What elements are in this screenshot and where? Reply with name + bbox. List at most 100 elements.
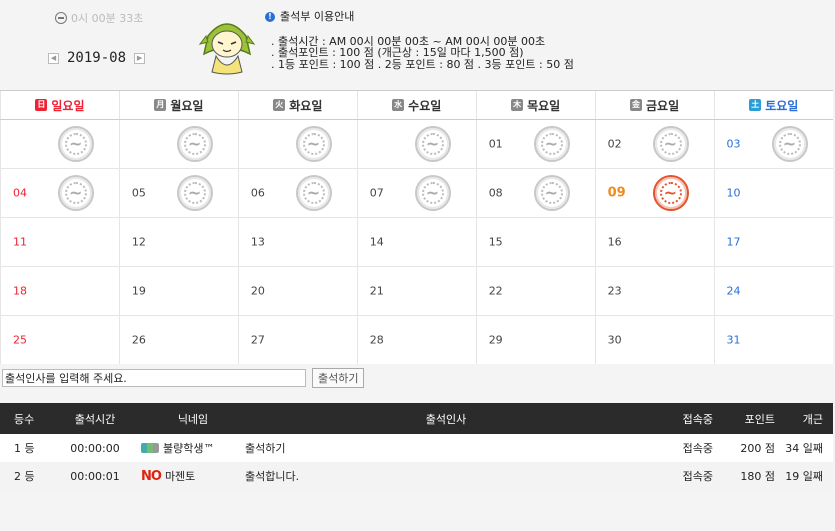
attendance-header-row: 등수 출석시간 닉네임 출석인사 접속중 포인트 개근 bbox=[0, 403, 833, 434]
calendar-day bbox=[356, 119, 477, 169]
col-greet: 출석인사 bbox=[245, 403, 647, 434]
attend-button[interactable]: 출석하기 bbox=[312, 368, 365, 388]
calendar-body: 01 02 03 04 05 06 07 08 09 10 11 12 13 14 15 16 17 18 19 20… bbox=[0, 119, 833, 364]
col-rank: 등수 bbox=[0, 403, 55, 434]
member-badge-icon: NO bbox=[141, 468, 162, 484]
calendar-day: 27 bbox=[237, 315, 358, 364]
day-number: 16 bbox=[607, 235, 622, 249]
calendar-day: 05 bbox=[118, 168, 239, 218]
row-streak: 34 일째 bbox=[775, 434, 833, 462]
day-number: 07 bbox=[369, 186, 384, 200]
calendar-day: 23 bbox=[594, 266, 715, 316]
calendar-day: 14 bbox=[356, 217, 477, 267]
row-status: 접속중 bbox=[647, 434, 713, 462]
calendar-day: 31 bbox=[713, 315, 833, 364]
usage-info: ! 출석부 이용안내 . 출석시간 : AM 00시 00분 00초 ~ AM … bbox=[265, 11, 574, 70]
weekday-box-icon: 火 bbox=[273, 99, 286, 112]
row-rank: 2 등 bbox=[0, 462, 55, 490]
calendar-day: 13 bbox=[237, 217, 358, 267]
calendar-day: 15 bbox=[475, 217, 596, 267]
day-number: 24 bbox=[726, 284, 741, 298]
day-number: 02 bbox=[607, 137, 622, 151]
day-number: 18 bbox=[13, 284, 27, 298]
day-number: 05 bbox=[131, 186, 146, 200]
weekday-header-row: 日 일요일 月 월요일 火 화요일 水 수요일 木 목요일 金 금요일 土 토요일 bbox=[0, 90, 833, 120]
day-number: 22 bbox=[488, 284, 503, 298]
calendar-day: 11 bbox=[0, 217, 120, 267]
attended-stamp-icon bbox=[652, 175, 689, 211]
calendar-day bbox=[237, 119, 358, 169]
weekday-header: 日 일요일 bbox=[0, 90, 120, 120]
day-number: 11 bbox=[13, 235, 27, 249]
day-number: 08 bbox=[488, 186, 503, 200]
info-line: . 출석포인트 : 100 점 (개근상 : 15일 마다 1,500 점) bbox=[271, 46, 524, 59]
calendar-day: 24 bbox=[713, 266, 833, 316]
col-nick: 닉네임 bbox=[135, 403, 245, 434]
calendar-day: 21 bbox=[356, 266, 477, 316]
weekday-label: 금요일 bbox=[646, 98, 680, 113]
calendar-day bbox=[0, 119, 120, 169]
weekday-header: 木 목요일 bbox=[475, 90, 596, 120]
day-number: 09 bbox=[607, 185, 626, 201]
calendar-day: 28 bbox=[356, 315, 477, 364]
current-month: 2019-08 bbox=[67, 50, 127, 66]
row-nick[interactable]: 불량학생™ bbox=[135, 434, 245, 462]
calendar-week: 25 26 27 28 29 30 31 bbox=[0, 315, 833, 364]
day-number: 14 bbox=[369, 235, 384, 249]
row-points: 200 점 bbox=[713, 434, 775, 462]
day-number: 23 bbox=[607, 284, 622, 298]
day-number: 06 bbox=[250, 186, 265, 200]
prev-month-button[interactable]: ◀ bbox=[48, 52, 59, 64]
row-greeting: 출석하기 bbox=[245, 434, 647, 462]
weekday-header: 月 월요일 bbox=[118, 90, 239, 120]
nickname[interactable]: 불량학생™ bbox=[163, 440, 214, 456]
calendar-day: 26 bbox=[118, 315, 239, 364]
calendar-day: 25 bbox=[0, 315, 120, 364]
attendance-calendar: 日일요일月월요일火화요일水수요일木목요일金금요일土토요일 01020304050… bbox=[0, 90, 833, 364]
next-month-button[interactable]: ▶ bbox=[134, 52, 146, 64]
server-clock: 0시 00분 33초 bbox=[55, 10, 143, 26]
greeting-input[interactable] bbox=[2, 369, 306, 387]
day-number: 29 bbox=[488, 333, 503, 347]
col-points: 포인트 bbox=[713, 403, 775, 434]
attendance-stamp-icon bbox=[771, 126, 808, 162]
attendance-stamp-icon bbox=[176, 126, 213, 162]
calendar-day: 03 bbox=[713, 119, 833, 169]
row-rank: 1 등 bbox=[0, 434, 55, 462]
weekday-box-icon: 水 bbox=[392, 99, 405, 112]
col-streak: 개근 bbox=[775, 403, 833, 434]
calendar-day: 17 bbox=[713, 217, 833, 267]
weekday-box-icon: 月 bbox=[154, 99, 167, 112]
attendance-stamp-icon bbox=[57, 126, 94, 162]
day-number: 25 bbox=[13, 333, 27, 347]
calendar-week: 01 02 03 bbox=[0, 119, 833, 169]
calendar-day: 04 bbox=[0, 168, 120, 218]
calendar-day: 29 bbox=[475, 315, 596, 364]
attendance-stamp-icon bbox=[533, 126, 570, 162]
attendance-header: 0시 00분 33초 ◀ 2019-08 ▶ ! 출석부 이용안내 . 출석시간… bbox=[0, 0, 833, 90]
row-nick[interactable]: NO 마젠토 bbox=[135, 462, 245, 490]
attendance-stamp-icon bbox=[57, 175, 94, 211]
info-line: . 1등 포인트 : 100 점 . 2등 포인트 : 80 점 . 3등 포인… bbox=[271, 57, 574, 71]
attendance-list: 등수 출석시간 닉네임 출석인사 접속중 포인트 개근 1 등 00:00:00… bbox=[0, 403, 833, 490]
attendance-stamp-icon bbox=[652, 126, 689, 162]
calendar-week: 18 19 20 21 22 23 24 bbox=[0, 266, 833, 316]
attendance-stamp-icon bbox=[533, 175, 570, 211]
day-number: 03 bbox=[726, 137, 741, 151]
attendance-stamp-icon bbox=[414, 175, 451, 211]
day-number: 19 bbox=[131, 284, 146, 298]
weekday-header: 土 토요일 bbox=[713, 90, 833, 120]
nickname[interactable]: 마젠토 bbox=[165, 468, 195, 484]
calendar-day: 08 bbox=[475, 168, 596, 218]
col-status: 접속중 bbox=[647, 403, 713, 434]
weekday-label: 일요일 bbox=[51, 98, 85, 113]
day-number: 12 bbox=[131, 235, 146, 249]
row-points: 180 점 bbox=[713, 462, 775, 490]
day-number: 15 bbox=[488, 235, 503, 249]
calendar-week: 04 05 06 07 08 09 10 bbox=[0, 168, 833, 218]
calendar-day: 22 bbox=[475, 266, 596, 316]
calendar-day: 20 bbox=[237, 266, 358, 316]
day-number: 17 bbox=[726, 235, 741, 249]
attendance-stamp-icon bbox=[414, 126, 451, 162]
row-status: 접속중 bbox=[647, 462, 713, 490]
